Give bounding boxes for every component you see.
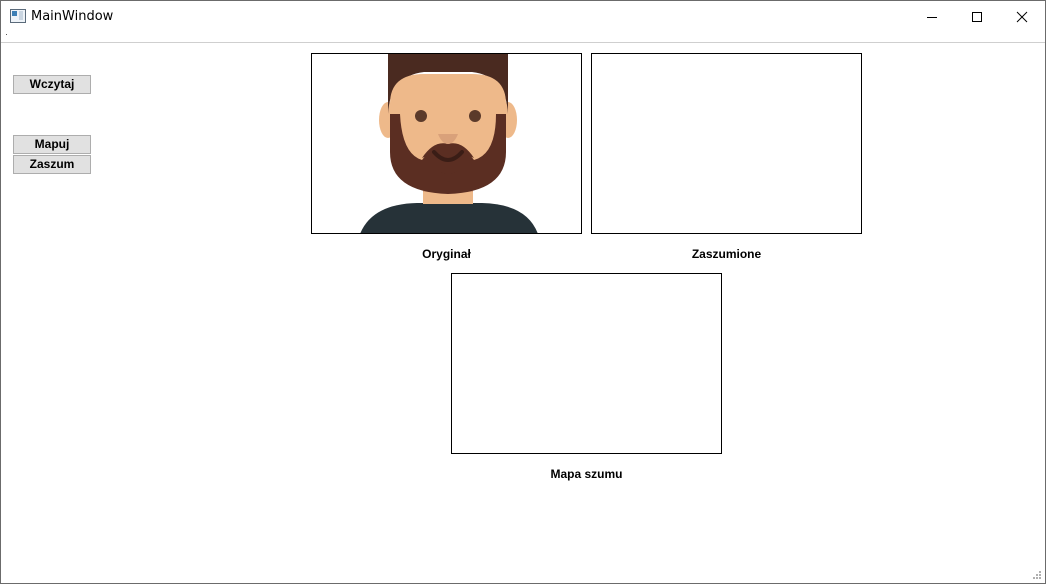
- avatar-image: [360, 54, 538, 233]
- load-button[interactable]: Wczytaj: [13, 75, 91, 94]
- title-dot: [6, 34, 7, 35]
- original-image: [311, 53, 582, 234]
- noise-button[interactable]: Zaszum: [13, 155, 91, 174]
- title-bar[interactable]: MainWindow: [1, 1, 1045, 32]
- close-button[interactable]: [999, 1, 1045, 32]
- map-button[interactable]: Mapuj: [13, 135, 91, 154]
- window-title: MainWindow: [31, 9, 114, 24]
- maximize-button[interactable]: [954, 1, 1000, 32]
- maximize-icon: [972, 11, 982, 22]
- app-window-icon: [10, 9, 26, 23]
- noise-map-image: [451, 273, 722, 454]
- noised-caption: Zaszumione: [691, 247, 762, 261]
- main-window: MainWindow Wczytaj Mapuj Zaszum Oryginał…: [0, 0, 1046, 584]
- minimize-icon: [927, 16, 937, 18]
- original-caption: Oryginał: [422, 247, 471, 261]
- menu-separator: [1, 42, 1045, 43]
- noise-map-caption: Mapa szumu: [550, 467, 623, 481]
- minimize-button[interactable]: [909, 1, 955, 32]
- close-icon: [1016, 11, 1028, 22]
- noised-image: [591, 53, 862, 234]
- resize-grip-icon[interactable]: [1032, 570, 1042, 580]
